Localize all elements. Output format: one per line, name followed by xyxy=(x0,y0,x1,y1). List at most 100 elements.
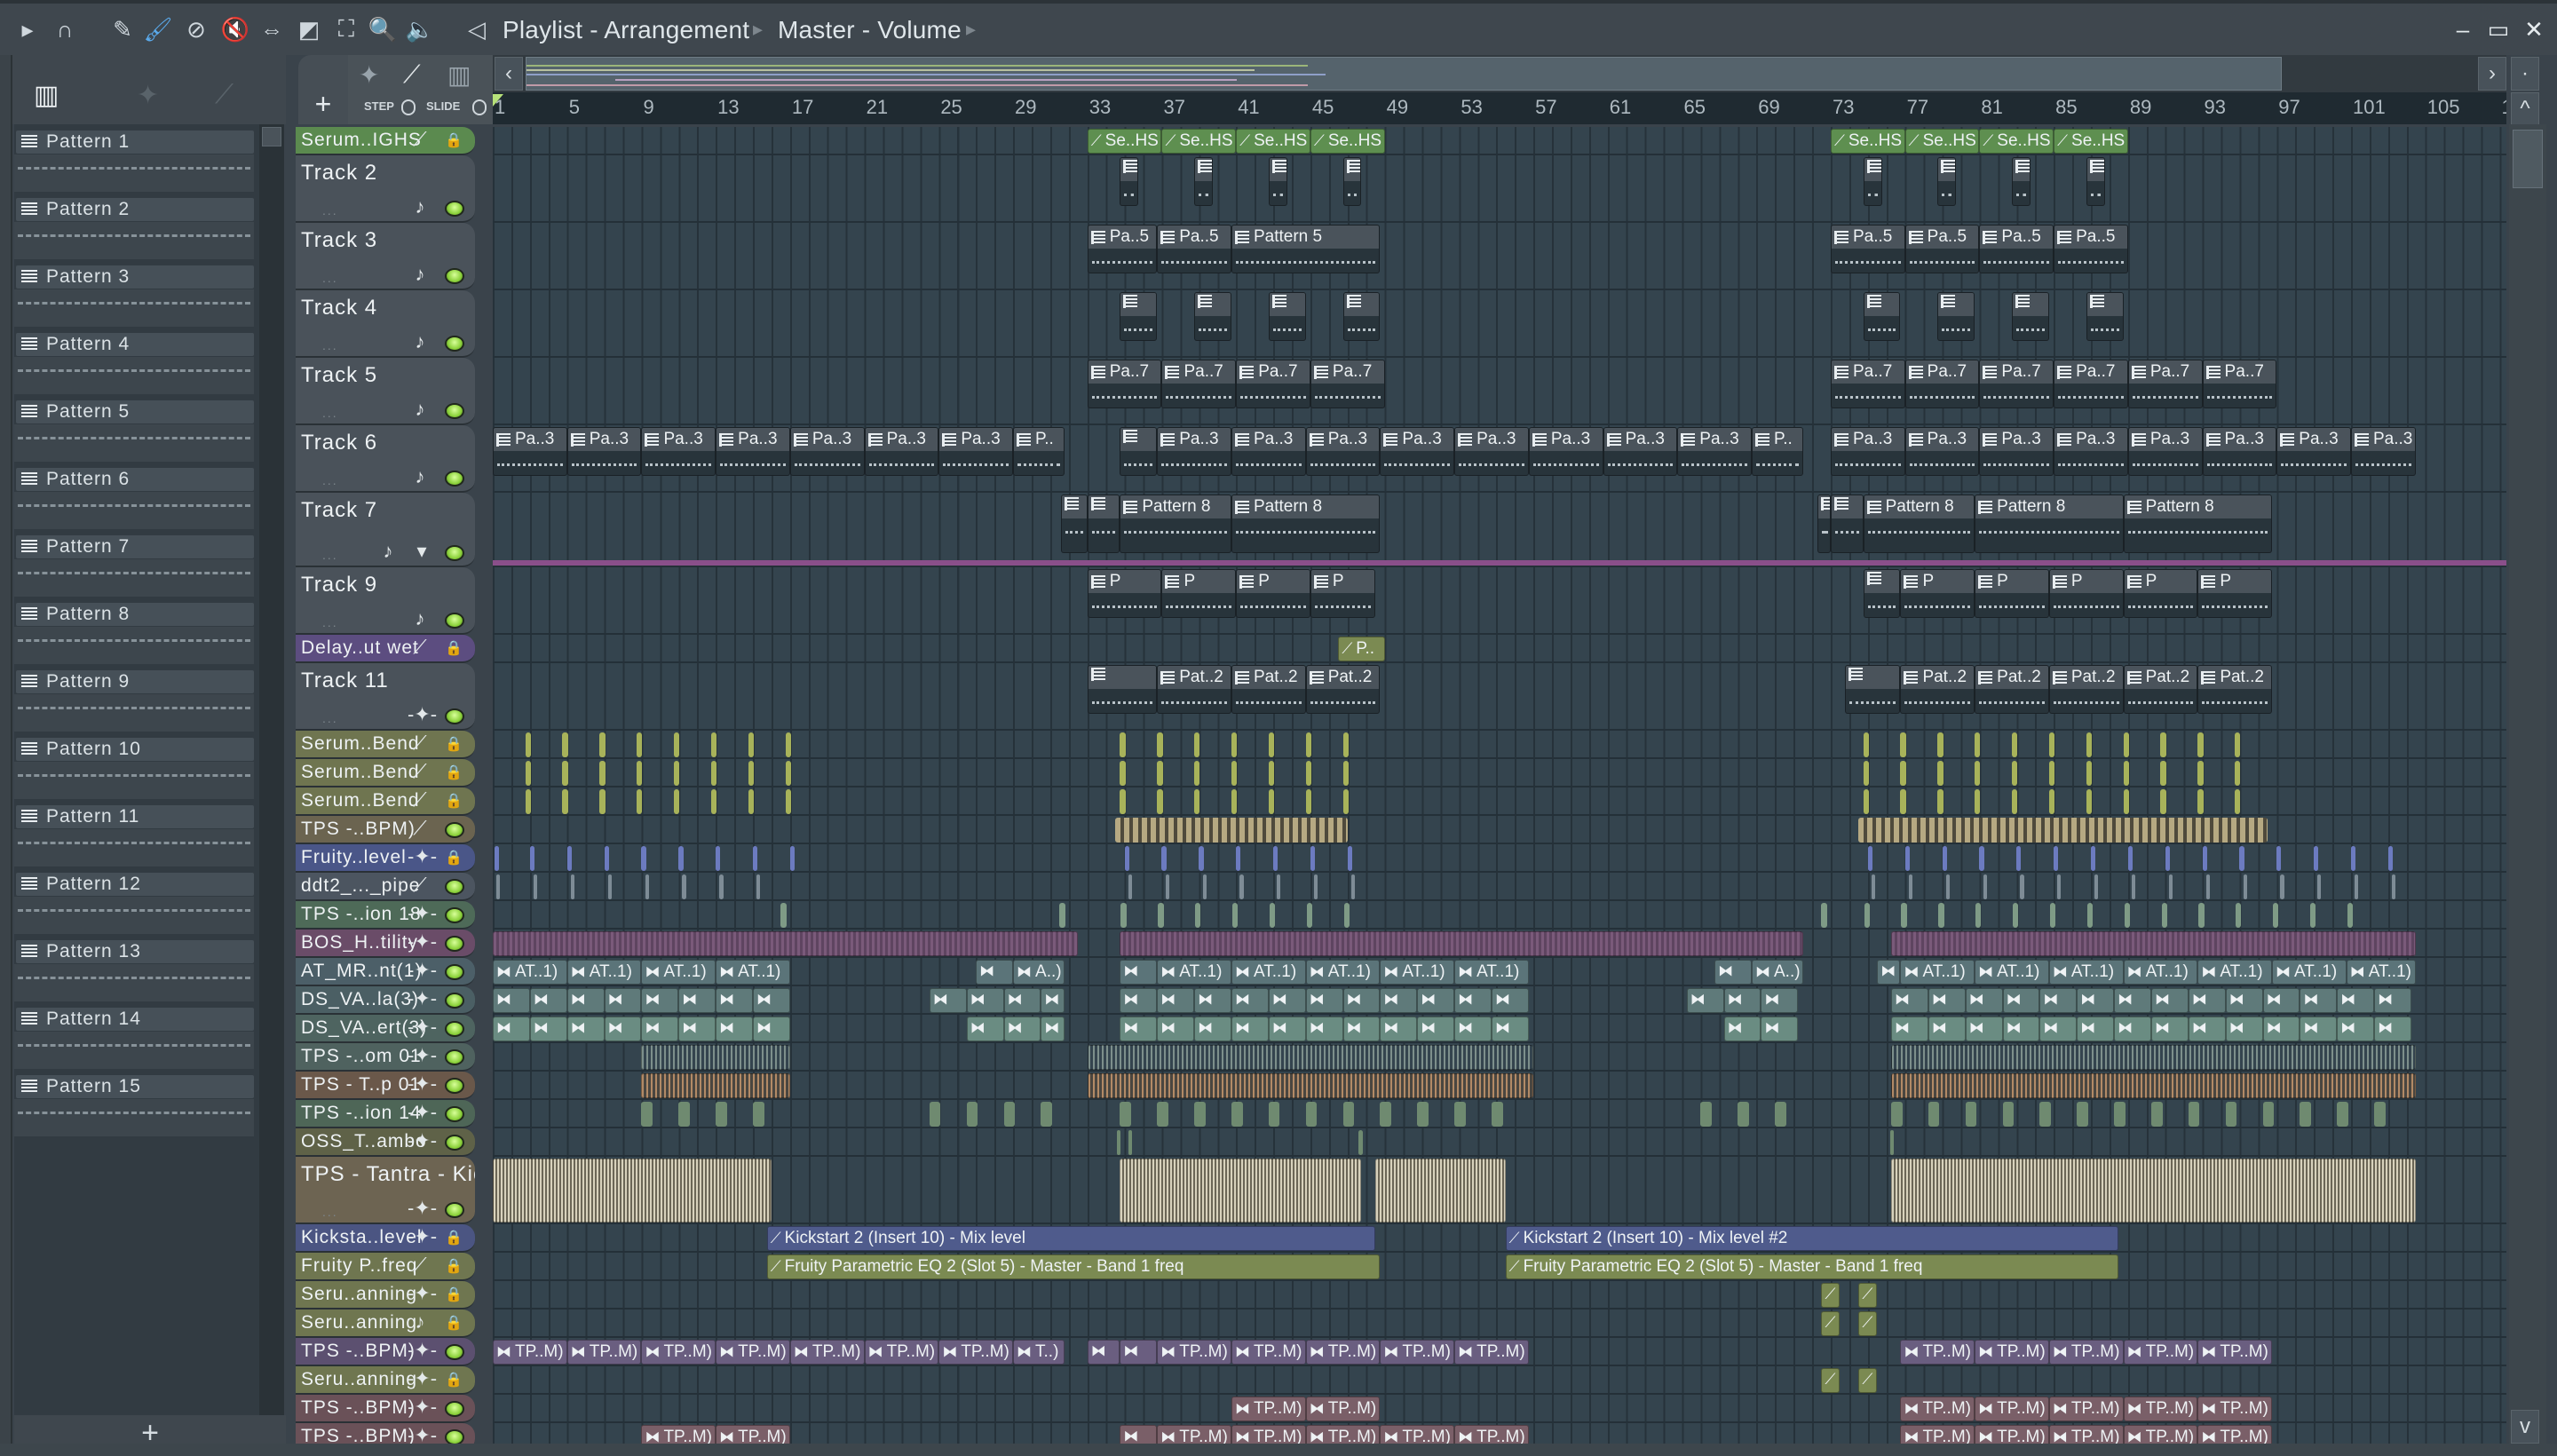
playlist-clip[interactable] xyxy=(1844,665,1901,714)
playlist-clip[interactable]: Pattern 5 xyxy=(1231,225,1381,273)
clip-marker[interactable] xyxy=(2273,903,2279,928)
track-options-dots[interactable]: ... xyxy=(322,615,338,629)
track-enable-led[interactable] xyxy=(445,708,464,724)
clip-marker[interactable] xyxy=(2086,903,2094,928)
clip-marker[interactable] xyxy=(2086,732,2092,757)
clip-marker[interactable] xyxy=(1199,846,1204,871)
clip-marker[interactable] xyxy=(1454,1102,1466,1127)
track-lane[interactable] xyxy=(493,1100,2506,1128)
playlist-clip[interactable]: ⧓ xyxy=(1686,988,1724,1013)
lock-icon[interactable]: 🔒 xyxy=(445,1371,464,1389)
track-name[interactable]: Track 7 xyxy=(301,498,377,523)
clip-marker[interactable] xyxy=(2094,874,2099,899)
playlist-clip[interactable]: ⟋ Se..HS xyxy=(1830,129,1905,154)
magnet-snap-icon[interactable]: ∩ xyxy=(50,14,80,44)
playlist-clip[interactable]: Pa..3 xyxy=(566,427,642,476)
clip-marker[interactable] xyxy=(2090,846,2096,871)
clip-marker[interactable] xyxy=(1120,903,1127,928)
track-options-dots[interactable]: ... xyxy=(322,473,338,487)
playlist-clip[interactable]: ⧓ TP..M) xyxy=(938,1340,1014,1365)
playlist-clip[interactable]: Pattern 8 xyxy=(1231,495,1381,553)
clip-marker[interactable] xyxy=(2243,874,2247,899)
clip-marker[interactable] xyxy=(2123,732,2129,757)
playlist-clip[interactable]: ⧓ AT..1) xyxy=(493,960,567,985)
playlist-clip[interactable]: ⧓ xyxy=(1454,988,1492,1013)
playlist-clip[interactable]: ⧓ AT..1) xyxy=(1157,960,1231,985)
playlist-clip[interactable]: ⧓ xyxy=(2188,1017,2226,1041)
playlist-clip[interactable]: ⧓ AT..1) xyxy=(716,960,790,985)
track-enable-led[interactable] xyxy=(445,613,464,629)
pattern-header[interactable]: Pattern 9 xyxy=(16,670,254,693)
playlist-clip[interactable]: P xyxy=(1087,569,1162,618)
track-options-dots[interactable]: ... xyxy=(322,338,338,352)
playlist-clip[interactable]: ⧓ xyxy=(2039,1017,2078,1041)
playlist-clip[interactable] xyxy=(1830,495,1864,553)
playlist-clip[interactable]: ⧓ TP..M) xyxy=(641,1340,716,1365)
track-name[interactable]: Track 11 xyxy=(301,669,389,693)
playlist-clip[interactable] xyxy=(1890,1073,2417,1098)
track-enable-led[interactable] xyxy=(445,1106,464,1122)
playlist-clip[interactable]: ⧓ xyxy=(1965,988,2003,1013)
playlist-clip[interactable]: ⧓ AT..1) xyxy=(1454,960,1529,985)
playlist-clip[interactable]: ⧓ AT..1) xyxy=(2272,960,2347,985)
add-track-tab[interactable]: + xyxy=(298,55,348,124)
track-header[interactable]: TPS -..BPM) -✦- xyxy=(296,1395,475,1423)
playlist-clip[interactable]: ⧓ xyxy=(2077,988,2115,1013)
delete-icon[interactable]: ⊘ xyxy=(181,14,211,44)
clip-marker[interactable] xyxy=(1900,761,1906,786)
track-lane[interactable]: ⧓ AT..1) ⧓ AT..1) ⧓ AT..1) ⧓ AT..1) ⧓ ⧓ A..) ⧓ ⧓ AT..… xyxy=(493,958,2506,986)
track-options-dots[interactable]: ... xyxy=(322,406,338,420)
pattern-item[interactable]: Pattern 2 xyxy=(14,194,256,262)
playlist-clip[interactable] xyxy=(1087,495,1120,553)
track-header[interactable]: Track 7... ♪ ▾ xyxy=(296,493,475,567)
playlist-clip[interactable]: Pa..3 xyxy=(1904,427,1980,476)
scroll-left-button[interactable]: ‹ xyxy=(495,57,523,91)
track-lane[interactable]: ⧓ ⧓ ⧓ ⧓ ⧓ ⧓ ⧓ ⧓ ⧓ ⧓ ⧓ ⧓ ⧓ ⧓ ⧓ ⧓ ⧓ ⧓ ⧓ ⧓ ⧓ ⧓ ⧓ ⧓ ⧓ ⧓ ⧓ ⧓ ⧓ ⧓ ⧓ ⧓ ⧓ ⧓ ⧓ ⧓ ⧓ ⧓ xyxy=(493,1015,2506,1043)
track-enable-led[interactable] xyxy=(445,1135,464,1151)
clip-marker[interactable] xyxy=(719,874,724,899)
playlist-clip[interactable]: ⧓ xyxy=(1965,1017,2003,1041)
track-enable-led[interactable] xyxy=(445,1202,464,1218)
track-lane[interactable] xyxy=(493,1043,2506,1072)
playlist-clip[interactable] xyxy=(1863,157,1882,206)
track-name[interactable]: DS_VA..la(3) xyxy=(301,989,419,1010)
clip-marker[interactable] xyxy=(748,789,755,814)
clip-marker[interactable] xyxy=(1059,903,1065,928)
clip-marker[interactable] xyxy=(2054,846,2059,871)
playlist-clip[interactable]: Pa..3 xyxy=(1528,427,1603,476)
track-name[interactable]: Seru..anning xyxy=(301,1312,417,1333)
playlist-clip[interactable]: ⧓ xyxy=(1268,1017,1306,1041)
playlist-clip[interactable]: ⧓ xyxy=(1380,988,1418,1013)
clip-marker[interactable] xyxy=(1157,732,1163,757)
track-lane[interactable] xyxy=(493,731,2506,759)
playlist-clip[interactable]: ⧓ xyxy=(1120,960,1158,985)
track-lane[interactable]: ⟋ Kickstart 2 (Insert 10) - Mix level ⟋ Kic… xyxy=(493,1224,2506,1253)
clip-marker[interactable] xyxy=(2124,903,2130,928)
clip-marker[interactable] xyxy=(1239,874,1244,899)
playlist-clip[interactable]: ⟋ xyxy=(1821,1283,1841,1308)
track-enable-led[interactable] xyxy=(445,1401,464,1417)
playlist-clip[interactable]: Pa..3 xyxy=(1603,427,1678,476)
playlist-clip[interactable]: Pa..7 xyxy=(1979,360,2054,408)
track-lane[interactable]: Pa..5 Pa..5 Pattern 5 Pa..5 Pa..5 Pa..5 Pa..5 xyxy=(493,223,2506,290)
clip-marker[interactable] xyxy=(1268,761,1275,786)
pattern-item[interactable]: Pattern 12 xyxy=(14,869,256,937)
clip-marker[interactable] xyxy=(1900,789,1906,814)
clip-marker[interactable] xyxy=(1889,1130,1895,1155)
picker-scroll-thumb[interactable] xyxy=(262,127,281,146)
playlist-clip[interactable]: ⧓ TP..M) xyxy=(1231,1397,1306,1421)
playlist-clip[interactable]: ⧓ TP..M) xyxy=(2123,1397,2198,1421)
clip-marker[interactable] xyxy=(1863,761,1869,786)
automation-clip-icon[interactable]: ⟋ xyxy=(215,80,234,110)
playlist-clip[interactable]: ⧓ xyxy=(976,960,1014,985)
playlist-clip[interactable]: ⧓ xyxy=(1928,988,1966,1013)
zoom-icon[interactable]: 🔍 xyxy=(368,14,398,44)
track-name[interactable]: Serum..Bend xyxy=(301,790,420,811)
clip-marker[interactable] xyxy=(641,846,646,871)
pattern-header[interactable]: Pattern 6 xyxy=(16,468,254,491)
paint-brush-icon[interactable]: 🖌 xyxy=(143,14,173,44)
playlist-clip[interactable]: Pattern 8 xyxy=(2123,495,2273,553)
playlist-clip[interactable]: ⧓ xyxy=(2151,988,2189,1013)
playlist-clip[interactable]: ⧓ xyxy=(1305,988,1343,1013)
clip-marker[interactable] xyxy=(1867,846,1873,871)
